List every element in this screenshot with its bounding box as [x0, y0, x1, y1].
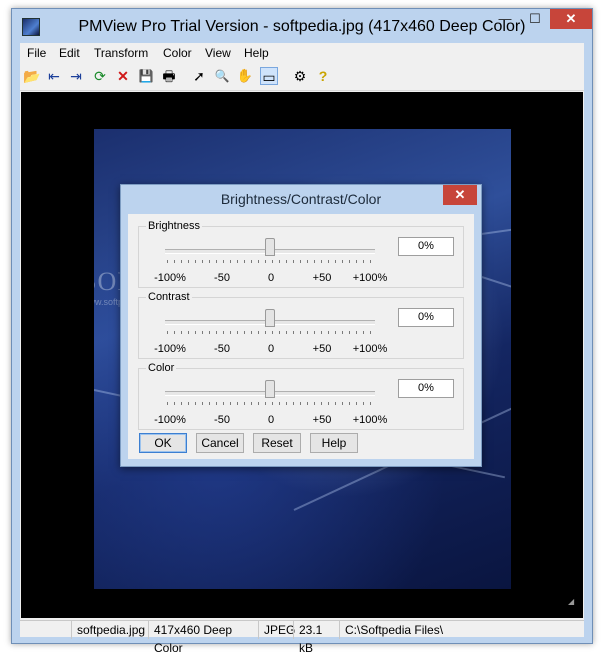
status-size: 23.1 kB — [293, 621, 339, 655]
ok-button[interactable]: OK — [139, 433, 187, 453]
save-icon[interactable]: 💾 — [137, 67, 155, 85]
open-folder-icon[interactable]: 📂 — [23, 67, 41, 85]
dialog-client: Brightness -100% -50 0 +50 +100% 0% Cont… — [128, 214, 474, 459]
tick-label: 0 — [267, 343, 275, 355]
color-slider-thumb[interactable] — [265, 380, 275, 398]
resize-grip[interactable]: ◢ — [568, 597, 574, 606]
tick-label: -100% — [154, 343, 186, 355]
reset-button[interactable]: Reset — [253, 433, 301, 453]
tick-label: +100% — [352, 414, 388, 426]
contrast-label: Contrast — [146, 291, 192, 303]
status-filename: softpedia.jpg — [71, 621, 148, 639]
color-group: Color -100% -50 0 +50 +100% 0% — [138, 362, 464, 430]
menu-view[interactable]: View — [205, 46, 231, 60]
contrast-slider-thumb[interactable] — [265, 309, 275, 327]
status-format: JPEG — [258, 621, 295, 639]
menu-edit[interactable]: Edit — [59, 46, 80, 60]
print-icon[interactable]: 🖶 — [160, 67, 178, 85]
brightness-contrast-dialog: Brightness/Contrast/Color ✕ Brightness -… — [120, 184, 482, 467]
pointer-icon[interactable]: ➚ — [190, 67, 208, 85]
tick-label: -100% — [154, 272, 186, 284]
status-path: C:\Softpedia Files\ — [339, 621, 499, 639]
close-button[interactable]: ✕ — [550, 9, 592, 29]
menu-transform[interactable]: Transform — [94, 46, 148, 60]
tick-label: -50 — [214, 272, 230, 284]
menu-bar: File Edit Transform Color View Help — [20, 43, 584, 63]
tick-label: +50 — [312, 272, 332, 284]
select-rectangle-icon[interactable]: ▭ — [260, 67, 278, 85]
tick-label: +50 — [312, 414, 332, 426]
brightness-ticks — [167, 260, 373, 263]
color-label: Color — [146, 362, 177, 374]
color-value-field[interactable]: 0% — [398, 379, 454, 398]
minimize-button[interactable]: — — [490, 9, 520, 29]
tick-label: -50 — [214, 414, 230, 426]
status-bar: softpedia.jpg 417x460 Deep Color JPEG 23… — [20, 620, 584, 655]
tick-label: -100% — [154, 414, 186, 426]
status-dimensions: 417x460 Deep Color — [148, 621, 258, 655]
dialog-close-button[interactable]: ✕ — [443, 185, 477, 205]
cancel-button[interactable]: Cancel — [196, 433, 244, 453]
dialog-title: Brightness/Contrast/Color — [220, 191, 382, 207]
toolbar: 📂 ⇤ ⇥ ⟳ ✕ 💾 🖶 ➚ 🔍 ✋ ▭ ⚙ ? — [20, 64, 584, 91]
help-button[interactable]: Help — [310, 433, 358, 453]
zoom-icon[interactable]: 🔍 — [213, 67, 231, 85]
pan-hand-icon[interactable]: ✋ — [236, 67, 254, 85]
brightness-value-field[interactable]: 0% — [398, 237, 454, 256]
refresh-icon[interactable]: ⟳ — [91, 67, 109, 85]
next-image-icon[interactable]: ⇥ — [67, 67, 85, 85]
help-icon[interactable]: ? — [314, 67, 332, 85]
brightness-group: Brightness -100% -50 0 +50 +100% 0% — [138, 220, 464, 288]
tick-label: -50 — [214, 343, 230, 355]
menu-file[interactable]: File — [27, 46, 46, 60]
color-ticks — [167, 402, 373, 405]
brightness-slider-thumb[interactable] — [265, 238, 275, 256]
previous-image-icon[interactable]: ⇤ — [45, 67, 63, 85]
tick-label: +100% — [352, 343, 388, 355]
maximize-button[interactable]: ☐ — [520, 9, 550, 29]
tick-label: 0 — [267, 414, 275, 426]
contrast-ticks — [167, 331, 373, 334]
tick-label: +100% — [352, 272, 388, 284]
delete-icon[interactable]: ✕ — [114, 67, 132, 85]
contrast-group: Contrast -100% -50 0 +50 +100% 0% — [138, 291, 464, 359]
status-cell-empty — [20, 621, 71, 639]
tick-label: +50 — [312, 343, 332, 355]
menu-color[interactable]: Color — [163, 46, 192, 60]
menu-help[interactable]: Help — [244, 46, 269, 60]
contrast-value-field[interactable]: 0% — [398, 308, 454, 327]
brightness-label: Brightness — [146, 220, 202, 232]
tick-label: 0 — [267, 272, 275, 284]
title-bar[interactable]: PMView Pro Trial Version - softpedia.jpg… — [12, 9, 592, 43]
properties-icon[interactable]: ⚙ — [291, 67, 309, 85]
